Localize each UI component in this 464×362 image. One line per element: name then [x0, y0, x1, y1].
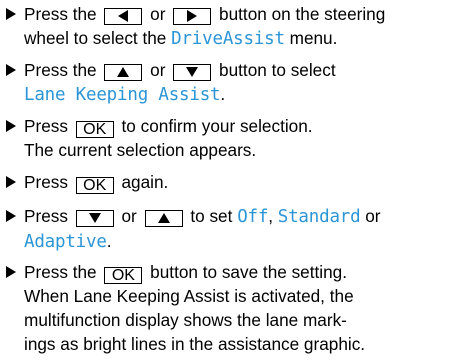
- ok-key: OK: [104, 267, 143, 284]
- option-off: Off: [237, 207, 269, 227]
- step-text: to set: [190, 206, 233, 226]
- option-adaptive: Adaptive: [24, 232, 107, 252]
- step-2-line-1: Press the or button to select: [4, 58, 462, 82]
- step-text: button to save the setting.: [150, 262, 348, 282]
- instruction-step-5: Press or to set Off, Standard or Adaptiv…: [4, 204, 462, 254]
- down-arrow-key-icon: [75, 209, 114, 227]
- step-6-line-3: multifunction display shows the lane mar…: [24, 310, 347, 330]
- step-text: or: [121, 206, 137, 226]
- instruction-step-1: Press the or button on the steering whee…: [4, 2, 462, 51]
- step-text: to confirm your selection.: [121, 116, 313, 136]
- menu-name-driveassist: DriveAssist: [171, 29, 285, 49]
- up-arrow-key-icon: [144, 209, 183, 227]
- menu-name-lane-keeping-assist: Lane Keeping Assist: [24, 85, 221, 105]
- step-text: Press the: [24, 262, 97, 282]
- step-text: .: [106, 231, 112, 251]
- step-6-line-4: ings as bright lines in the assistance g…: [24, 334, 366, 354]
- step-6-line-1: Press the OK button to save the setting.: [4, 260, 462, 284]
- step-text: again.: [121, 172, 169, 192]
- bullet-arrow-icon: [4, 204, 18, 228]
- step-1-line-2: wheel to select the DriveAssist menu.: [4, 26, 462, 51]
- left-arrow-key-icon: [104, 7, 143, 25]
- step-1-line-1: Press the or button on the steering: [4, 2, 462, 26]
- step-text: or: [150, 60, 166, 80]
- instruction-step-3: Press OK to confirm your selection. The …: [4, 114, 462, 162]
- down-arrow-key-icon: [173, 63, 212, 81]
- step-5-line-1: Press or to set Off, Standard or: [4, 204, 462, 229]
- bullet-arrow-icon: [4, 170, 18, 194]
- step-text: Press: [24, 206, 68, 226]
- option-standard: Standard: [277, 207, 361, 227]
- instruction-step-2: Press the or button to select Lane Keepi…: [4, 58, 462, 107]
- step-text: wheel to select the: [24, 28, 167, 48]
- step-text: Press the: [24, 4, 97, 24]
- bullet-arrow-icon: [4, 260, 18, 284]
- step-text: or: [150, 4, 166, 24]
- step-text: .: [220, 84, 226, 104]
- ok-key: OK: [75, 121, 114, 138]
- step-3-line-1: Press OK to confirm your selection.: [4, 114, 462, 138]
- step-text: ,: [268, 206, 273, 226]
- step-text: Press: [24, 172, 68, 192]
- step-text: or: [365, 206, 381, 226]
- instruction-document: Press the or button on the steering whee…: [0, 0, 464, 362]
- instruction-step-6: Press the OK button to save the setting.…: [4, 260, 462, 356]
- step-text: menu.: [289, 28, 338, 48]
- step-6-line-2: When Lane Keeping Assist is activated, t…: [24, 286, 354, 306]
- instruction-step-4: Press OK again.: [4, 170, 462, 194]
- bullet-arrow-icon: [4, 2, 18, 26]
- bullet-arrow-icon: [4, 114, 18, 138]
- step-text: Press the: [24, 60, 97, 80]
- step-3-line-2: The current selection appears.: [24, 140, 257, 160]
- ok-key: OK: [75, 177, 114, 194]
- step-text: button on the steering: [219, 4, 386, 24]
- step-5-line-2: Adaptive.: [4, 229, 462, 254]
- right-arrow-key-icon: [173, 7, 212, 25]
- step-2-line-2: Lane Keeping Assist.: [4, 82, 462, 107]
- bullet-arrow-icon: [4, 58, 18, 82]
- step-4-line-1: Press OK again.: [4, 170, 462, 194]
- up-arrow-key-icon: [104, 63, 143, 81]
- step-text: button to select: [219, 60, 336, 80]
- step-text: Press: [24, 116, 68, 136]
